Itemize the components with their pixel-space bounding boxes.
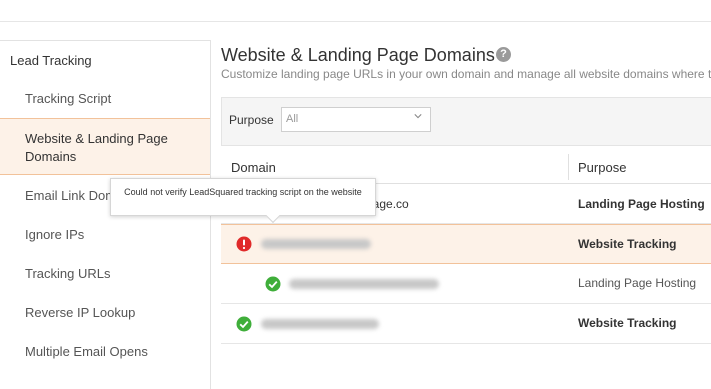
page-subtitle: Customize landing page URLs in your own … <box>221 67 711 81</box>
table-row[interactable]: Landing Page Hosting <box>221 264 711 304</box>
column-divider <box>568 154 569 180</box>
verification-error-tooltip: Could not verify LeadSquared tracking sc… <box>110 178 376 224</box>
sidebar-item-tracking-script[interactable]: Tracking Script <box>0 91 210 106</box>
sidebar-item-tracking-urls[interactable]: Tracking URLs <box>0 266 210 281</box>
help-icon[interactable]: ? <box>496 47 511 62</box>
tooltip-text: Could not verify LeadSquared tracking sc… <box>124 187 362 197</box>
chevron-down-icon <box>414 114 422 119</box>
sidebar-item-reverse-ip-lookup[interactable]: Reverse IP Lookup <box>0 305 210 320</box>
table-row[interactable]: Website Tracking <box>221 304 711 344</box>
sidebar-item-website-landing-page-domains[interactable]: Website & Landing Page Domains <box>0 118 210 175</box>
purpose-value: Website Tracking <box>578 237 677 251</box>
table-row[interactable]: Website Tracking <box>221 224 711 264</box>
purpose-value: Website Tracking <box>578 316 677 330</box>
top-bar <box>0 0 711 22</box>
check-icon <box>236 316 252 332</box>
filter-bar: Purpose All <box>221 97 711 146</box>
redacted-domain <box>261 319 379 329</box>
sidebar-item-ignore-ips[interactable]: Ignore IPs <box>0 227 210 242</box>
purpose-filter-label: Purpose <box>229 113 274 127</box>
column-header-purpose[interactable]: Purpose <box>578 160 626 175</box>
redacted-domain <box>261 239 371 249</box>
purpose-value: Landing Page Hosting <box>578 197 705 211</box>
purpose-value: Landing Page Hosting <box>578 276 697 290</box>
sidebar-item-multiple-email-opens[interactable]: Multiple Email Opens <box>0 344 210 359</box>
error-icon[interactable] <box>236 236 252 252</box>
purpose-filter-select[interactable]: All <box>281 107 431 132</box>
redacted-domain <box>289 279 439 289</box>
check-icon <box>265 276 281 292</box>
column-header-domain[interactable]: Domain <box>231 160 276 175</box>
sidebar-section-title: Lead Tracking <box>10 53 92 68</box>
purpose-filter-value: All <box>286 113 299 125</box>
page-title: Website & Landing Page Domains <box>221 45 495 65</box>
